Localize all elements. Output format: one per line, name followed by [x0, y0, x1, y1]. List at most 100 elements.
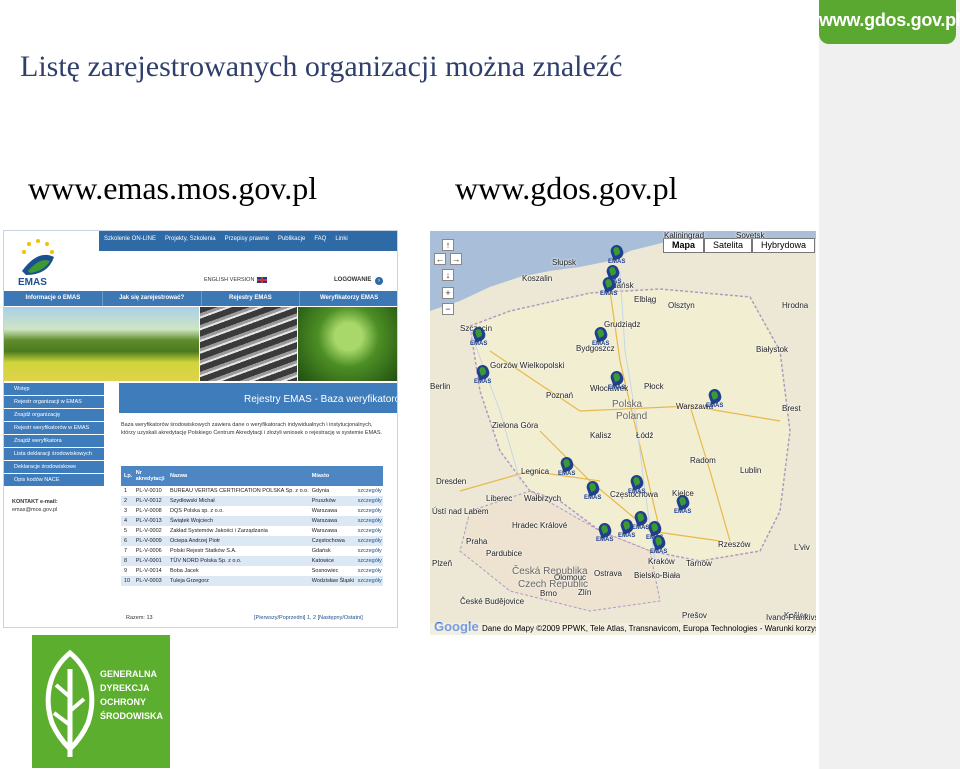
topnav-item[interactable]: FAQ [314, 236, 326, 242]
pan-down-icon[interactable]: ↓ [442, 269, 454, 281]
emas-pin-icon[interactable]: EMAS [674, 493, 691, 517]
pin-label: EMAS [470, 341, 488, 347]
pin-label: EMAS [706, 403, 724, 409]
emas-pin-icon[interactable]: EMAS [584, 479, 601, 503]
emas-topnav: Szkolenie ON-LINE Projekty, Szkolenia Pr… [104, 236, 348, 242]
city-label: Zielona Góra [492, 421, 539, 430]
pan-right-icon[interactable]: → [450, 253, 462, 265]
emas-pin-icon[interactable]: EMAS [632, 509, 649, 533]
table-cell: Tuleja Grzegorz [167, 576, 309, 586]
topnav-item[interactable]: Projekty, Szkolenia [165, 236, 216, 242]
city-label: Hrodna [782, 301, 809, 310]
logo-line: OCHRONY [100, 697, 147, 707]
map-type-map[interactable]: Mapa [663, 238, 705, 253]
pan-left-icon[interactable]: ← [434, 253, 446, 265]
login-link[interactable]: LOGOWANIE [334, 277, 371, 283]
map-type-satellite[interactable]: Satelita [704, 238, 753, 253]
column-header[interactable]: Miasto [308, 466, 355, 486]
emas-pin-icon[interactable]: EMAS [650, 533, 667, 557]
table-row: 4 PL-V-0013 Świątek Wojciech Warszawa szczeg… [121, 516, 383, 526]
emas-pin-icon[interactable]: EMAS [592, 325, 609, 349]
banner-photo-blinds [200, 307, 297, 381]
city-label: Pardubice [486, 549, 523, 558]
city-label: Radom [690, 456, 716, 465]
city-label: Ostrava [594, 569, 623, 578]
column-header[interactable]: Nr akredytacji [132, 466, 167, 486]
column-header[interactable]: Nazwa [167, 466, 309, 486]
details-link[interactable]: szczegóły [355, 546, 383, 556]
zoom-in-icon[interactable]: + [442, 287, 454, 299]
logo-line: ŚRODOWISKA [100, 711, 163, 721]
gdos-url[interactable]: www.gdos.gov.pl [455, 170, 678, 207]
pan-up-icon[interactable]: ↑ [442, 239, 454, 251]
contact-email-link[interactable]: emas@mos.gov.pl [12, 507, 57, 513]
details-link[interactable]: szczegóły [355, 506, 383, 516]
details-link[interactable]: szczegóły [354, 516, 383, 526]
logo-line: GENERALNA [100, 669, 158, 679]
city-label: Koszalin [522, 274, 553, 283]
emas-pin-icon[interactable]: EMAS [706, 387, 724, 411]
emas-pin-icon[interactable]: EMAS [596, 521, 613, 545]
city-label: Wałbrzych [524, 494, 562, 503]
uk-flag-icon[interactable] [256, 276, 268, 284]
table-cell: TÜV NORD Polska Sp. z o.o. [167, 556, 309, 566]
emas-url[interactable]: www.emas.mos.gov.pl [28, 170, 317, 207]
emas-pin-icon[interactable]: EMAS [608, 369, 626, 393]
details-link[interactable]: szczegóły [354, 496, 383, 506]
sidebar-item[interactable]: Rejestr weryfikatorów w EMAS [4, 422, 104, 435]
emas-pin-icon[interactable]: EMAS [474, 363, 491, 387]
nav-item[interactable]: Rejestry EMAS [202, 291, 301, 306]
table-cell: Świątek Wojciech [167, 516, 309, 526]
sidebar-item[interactable]: Znajdź weryfikatora [4, 435, 104, 448]
map-copyright[interactable]: Dane do Mapy ©2009 PPWK, Tele Atlas, Tra… [430, 623, 816, 635]
table-row: 9 PL-V-0014 Boba Jacek Sosnowiec szczegóły [121, 566, 383, 576]
topnav-item[interactable]: Szkolenie ON-LINE [104, 236, 156, 242]
table-cell: Zakład Systemów Jakości i Zarządzania [170, 528, 268, 534]
map-type-hybrid[interactable]: Hybrydowa [752, 238, 816, 253]
details-link[interactable]: szczegóły [354, 536, 383, 546]
details-link[interactable]: szczegóły [354, 556, 383, 566]
emas-logo-text: EMAS [18, 277, 47, 288]
topnav-item[interactable]: Publikacje [278, 236, 305, 242]
details-link[interactable]: szczegóły [354, 576, 383, 586]
nav-item[interactable]: Weryfikatorzy EMAS [300, 291, 397, 306]
pin-label: EMAS [608, 385, 626, 391]
sidebar-item[interactable]: Wstęp [4, 383, 104, 396]
emas-pin-icon[interactable]: EMAS [628, 473, 645, 497]
nav-item[interactable]: Informacje o EMAS [4, 291, 103, 306]
sidebar-item[interactable]: Rejestr organizacji w EMAS [4, 396, 104, 409]
verifiers-table: Lp. Nr akredytacji Nazwa Miasto 1 PL-V-00… [121, 466, 383, 586]
emas-pin-icon[interactable]: EMAS [608, 243, 625, 267]
emas-main-nav: Informacje o EMAS Jak się zarejestrować?… [4, 291, 397, 306]
emas-pin-icon[interactable]: EMAS [470, 325, 488, 349]
pagination[interactable]: [Pierwszy/Poprzedni] 1, 2 [Następny/Osta… [254, 615, 363, 621]
nav-item[interactable]: Jak się zarejestrować? [103, 291, 202, 306]
emas-pin-icon[interactable]: EMAS [600, 275, 617, 299]
topnav-item[interactable]: Przepisy prawne [225, 236, 269, 242]
city-label: Elbląg [634, 295, 657, 304]
banner-photo-field [4, 307, 199, 381]
arrow-right-icon[interactable]: › [375, 277, 383, 285]
city-label: Bielsko-Biała [634, 571, 681, 580]
table-cell: Pruszków [308, 496, 355, 506]
table-cell: Polski Rejestr Statków S.A. [170, 548, 237, 554]
country-label: Poland [616, 411, 648, 422]
table-cell: 8 [121, 556, 133, 566]
english-version-link[interactable]: ENGLISH VERSION [204, 277, 254, 283]
zoom-out-icon[interactable]: − [442, 303, 454, 315]
sidebar-item[interactable]: Lista deklaracji środowiskowych [4, 448, 104, 461]
table-row: 6 PL-V-0009 Ociepa Andrzej Piotr Częstochow… [121, 536, 383, 546]
emas-sidebar: Wstęp Rejestr organizacji w EMAS Znajdź … [4, 383, 104, 487]
table-cell: Boba Jacek [170, 568, 199, 574]
sidebar-item[interactable]: Opis kodów NACE [4, 474, 104, 487]
emas-pin-icon[interactable]: EMAS [558, 455, 575, 479]
topnav-item[interactable]: Linki [335, 236, 347, 242]
details-link[interactable]: szczegóły [355, 486, 383, 496]
details-link[interactable]: szczegóły [355, 526, 383, 536]
table-cell: 5 [124, 528, 128, 534]
details-link[interactable]: szczegóły [355, 566, 383, 576]
map-screenshot[interactable]: ↑ ← → ↓ + − Mapa Satelita Hybrydowa Kali… [430, 231, 816, 635]
gdos-badge: www.gdos.gov.pl [819, 0, 960, 44]
sidebar-item[interactable]: Znajdź organizację [4, 409, 104, 422]
sidebar-item[interactable]: Deklaracje środowiskowe [4, 461, 104, 474]
